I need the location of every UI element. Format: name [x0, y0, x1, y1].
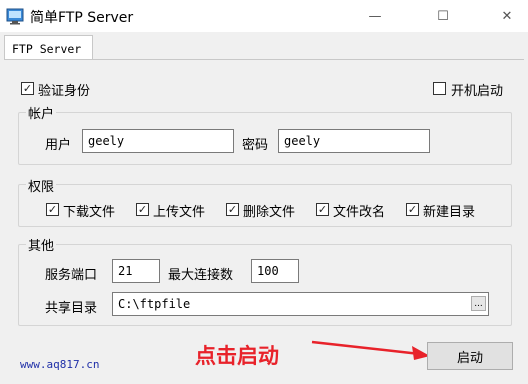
autostart-checkbox[interactable]	[433, 82, 446, 95]
download-label: 下载文件	[63, 205, 116, 220]
user-input[interactable]: geely	[82, 129, 234, 153]
tab-ftp-server[interactable]: FTP Server	[4, 35, 93, 60]
title-bar: 简单FTP Server — ☐ ✕	[0, 0, 528, 32]
minimize-button[interactable]: —	[352, 0, 398, 32]
rename-label: 文件改名	[333, 205, 386, 220]
close-button[interactable]: ✕	[484, 0, 528, 32]
autostart-label: 开机启动	[451, 84, 504, 99]
delete-checkbox[interactable]: ✓	[226, 203, 239, 216]
maxconn-input[interactable]: 100	[251, 259, 299, 283]
mkdir-checkbox[interactable]: ✓	[406, 203, 419, 216]
app-icon	[6, 8, 24, 25]
window-title: 简单FTP Server	[30, 10, 134, 26]
upload-checkbox[interactable]: ✓	[136, 203, 149, 216]
port-label: 服务端口	[45, 268, 98, 283]
share-label: 共享目录	[45, 301, 98, 316]
user-label: 用户	[45, 138, 72, 153]
password-input[interactable]: geely	[278, 129, 430, 153]
site-link[interactable]: www.aq817.cn	[20, 358, 99, 371]
annotation-text: 点击启动	[195, 344, 279, 368]
password-label: 密码	[242, 138, 269, 153]
browse-button[interactable]: ...	[471, 296, 486, 311]
maxconn-label: 最大连接数	[168, 268, 234, 283]
permissions-group-title: 权限	[26, 176, 57, 195]
upload-label: 上传文件	[153, 205, 206, 220]
auth-checkbox[interactable]: ✓	[21, 82, 34, 95]
start-button[interactable]: 启动	[427, 342, 513, 370]
share-path-input[interactable]: C:\ftpfile	[112, 292, 489, 316]
delete-label: 删除文件	[243, 205, 296, 220]
rename-checkbox[interactable]: ✓	[316, 203, 329, 216]
account-group-title: 帐户	[26, 103, 57, 122]
download-checkbox[interactable]: ✓	[46, 203, 59, 216]
auth-label: 验证身份	[38, 84, 91, 99]
other-group-title: 其他	[26, 235, 57, 254]
mkdir-label: 新建目录	[423, 205, 476, 220]
port-input[interactable]: 21	[112, 259, 160, 283]
maximize-button[interactable]: ☐	[420, 0, 466, 32]
